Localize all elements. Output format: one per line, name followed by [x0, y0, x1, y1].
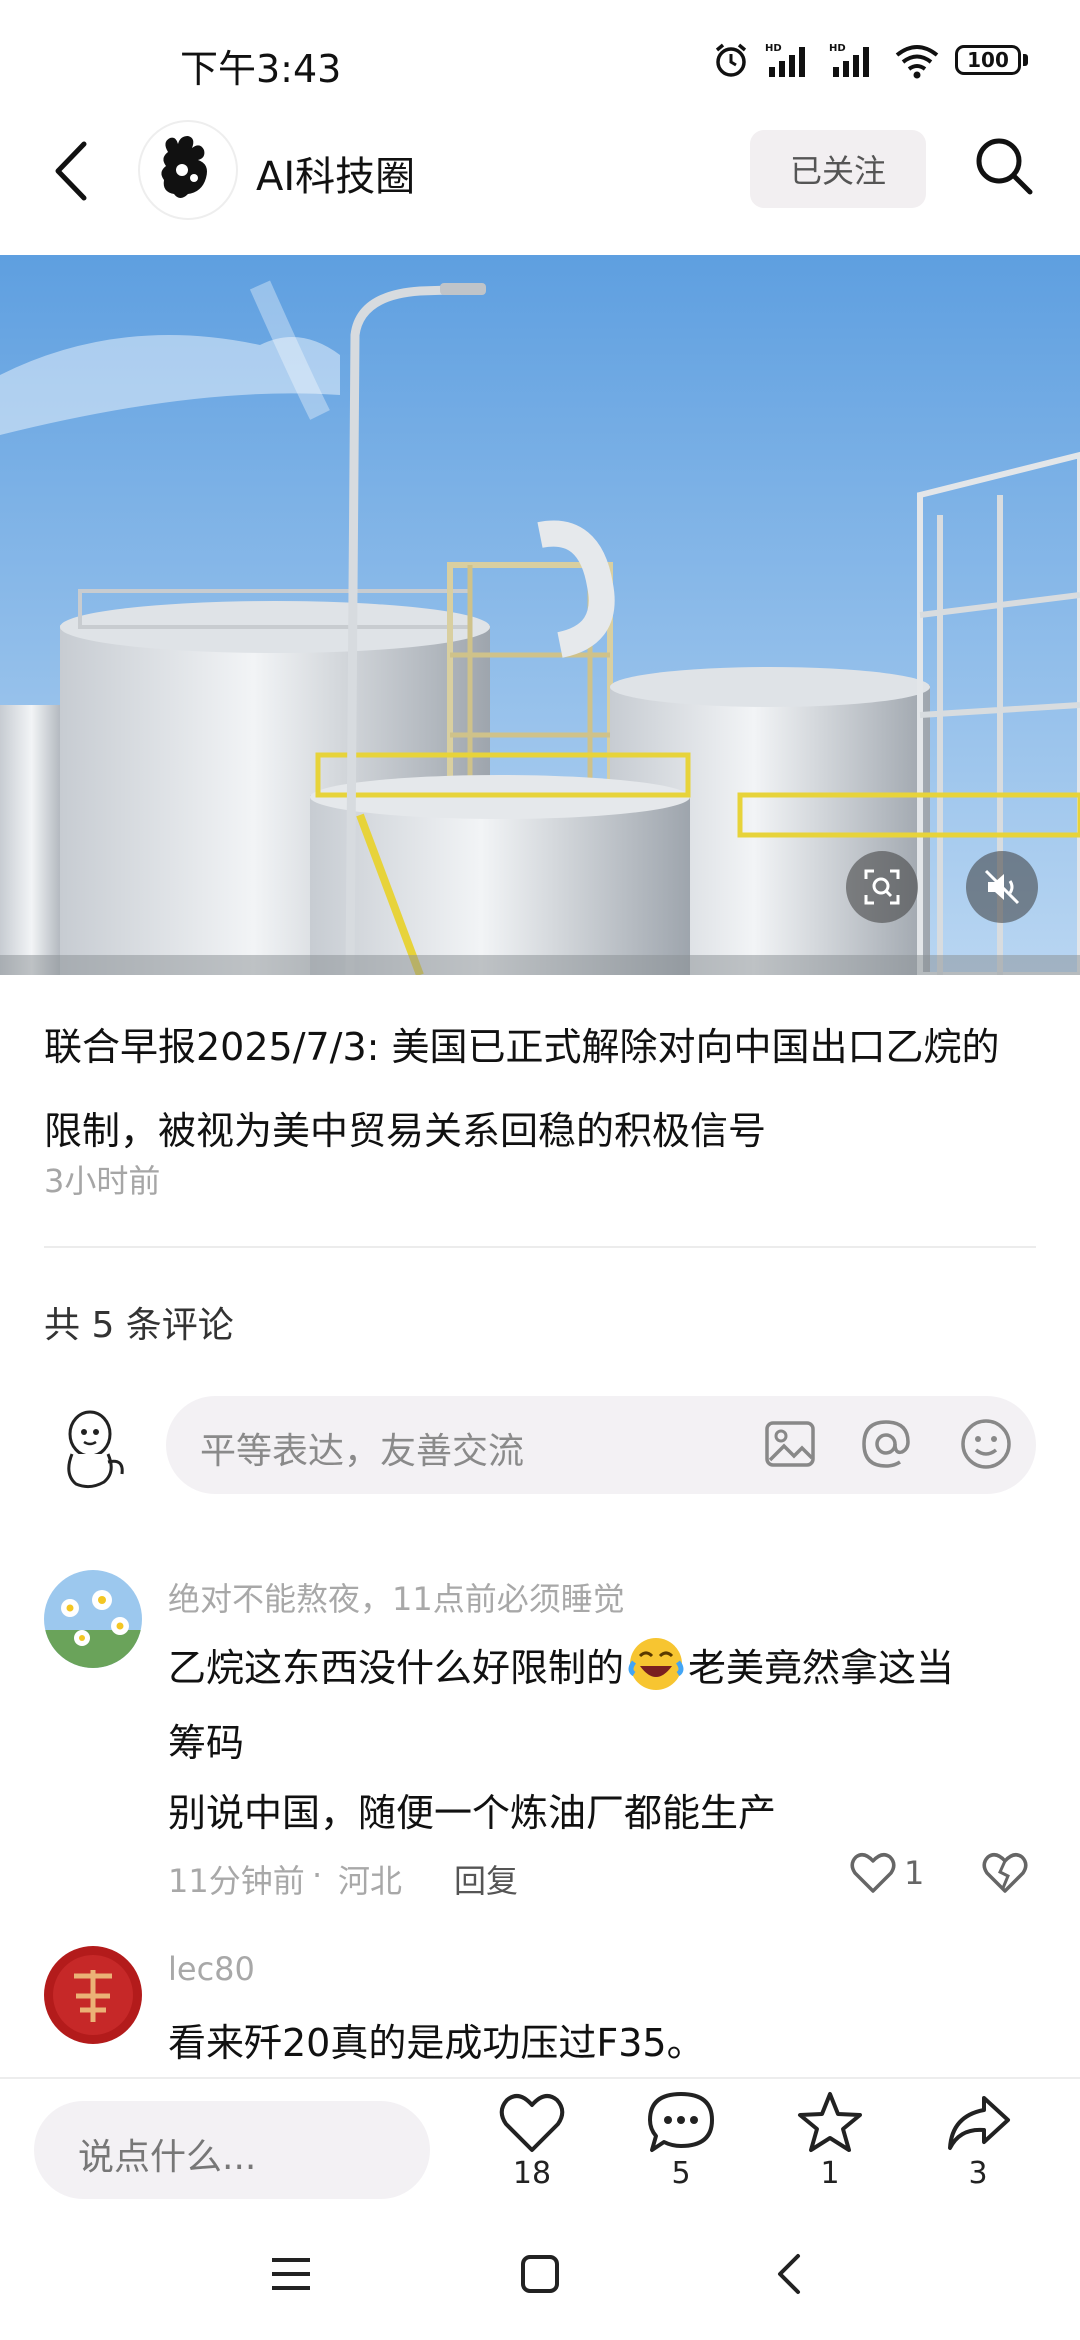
comment-location: 河北: [338, 1862, 403, 1900]
favorite-button[interactable]: 1: [785, 2090, 875, 2191]
wifi-icon: [895, 45, 939, 79]
image-attach-button[interactable]: [762, 1416, 818, 1472]
comment-text-part: 老美竟然拿这当: [688, 1645, 955, 1690]
meta-separator: ·: [312, 1856, 323, 1894]
broken-heart-icon: [982, 1853, 1028, 1893]
my-avatar[interactable]: [54, 1404, 130, 1490]
follow-button[interactable]: 已关注: [750, 130, 926, 208]
battery-icon: 100: [955, 45, 1021, 75]
fu-character-avatar-image: [44, 1946, 142, 2044]
comment-username[interactable]: lec80: [168, 1950, 255, 1988]
article-time: 3小时前: [44, 1162, 161, 1200]
chat-bubble-icon: [648, 2092, 714, 2152]
heart-icon: [850, 1853, 896, 1893]
laughing-tears-emoji-icon: [628, 1638, 684, 1690]
channel-logo-icon: [161, 136, 207, 198]
emoji-button[interactable]: [958, 1416, 1014, 1472]
comment-text-line: 别说中国，随便一个炼油厂都能生产: [168, 1791, 777, 1835]
back-arrow-icon: [778, 2254, 800, 2294]
commenter-avatar[interactable]: [44, 1946, 142, 2044]
status-time: 下午3:43: [180, 47, 342, 91]
heart-icon: [499, 2094, 565, 2152]
comment-text-part: 乙烷这东西没什么好限制的: [168, 1645, 625, 1690]
back-nav-button[interactable]: [774, 2252, 804, 2300]
favorite-count: 1: [820, 2156, 840, 2191]
signal-hd-icon-2: HD: [829, 43, 869, 77]
home-square-icon: [521, 2255, 559, 2293]
mute-icon: [984, 869, 1020, 905]
daisy-avatar-image: [44, 1570, 142, 1668]
comment-like-count: 1: [904, 1854, 925, 1892]
like-count: 18: [512, 2156, 552, 2191]
comment-input-placeholder[interactable]: 平等表达，友善交流: [200, 1422, 524, 1474]
mention-button[interactable]: [858, 1416, 914, 1472]
comment-count-label: 共 5 条评论: [44, 1305, 234, 1346]
star-icon: [798, 2092, 862, 2152]
divider: [44, 1246, 1036, 1248]
say-something-placeholder[interactable]: 说点什么...: [78, 2128, 256, 2180]
svg-text:HD: HD: [765, 43, 782, 54]
comment-like-button[interactable]: 1: [850, 1852, 924, 1894]
comment-text-line: 看来歼20真的是成功压过F35。: [168, 2021, 705, 2065]
search-icon: [976, 138, 1033, 195]
article-headline: 联合早报2025/7/3: 美国已正式解除对向中国出口乙烷的限制，被视为美中贸易…: [44, 1025, 1000, 1153]
chevron-left-icon: [55, 141, 87, 201]
article-hero-image[interactable]: [0, 255, 1080, 975]
commenter-avatar[interactable]: [44, 1570, 142, 1668]
comment-text-line: 乙烷这东西没什么好限制的 老美竟然拿这当: [168, 1634, 954, 1694]
alarm-icon: [715, 43, 747, 77]
mute-button[interactable]: [966, 851, 1038, 923]
signal-hd-icon: HD: [765, 43, 805, 77]
status-icons: HD HD 100: [711, 40, 1028, 80]
share-arrow-icon: [948, 2096, 1010, 2150]
home-nav-button[interactable]: [520, 2254, 560, 2298]
comment-dislike-button[interactable]: [982, 1852, 1028, 1898]
cartoon-avatar-icon: [67, 1410, 124, 1489]
menu-icon: [272, 2258, 310, 2290]
channel-name[interactable]: AI科技圈: [256, 144, 415, 202]
comment-button[interactable]: 5: [636, 2090, 726, 2191]
share-count: 3: [968, 2156, 988, 2191]
scan-icon: [864, 869, 900, 905]
reply-button[interactable]: 回复: [454, 1856, 518, 1902]
share-button[interactable]: 3: [933, 2092, 1023, 2191]
industrial-tanks-image: [0, 255, 1080, 975]
comment-count: 5: [671, 2156, 691, 2191]
search-button[interactable]: [972, 134, 1036, 198]
svg-text:HD: HD: [829, 43, 846, 54]
image-icon: [765, 1421, 815, 1467]
channel-avatar[interactable]: [138, 120, 238, 220]
menu-nav-button[interactable]: [270, 2254, 312, 2298]
comment-text-line: 筹码: [168, 1721, 245, 1765]
at-icon: [862, 1420, 910, 1468]
image-search-button[interactable]: [846, 851, 918, 923]
comment-time: 11分钟前: [168, 1862, 305, 1900]
smiley-icon: [961, 1419, 1011, 1469]
back-button[interactable]: [48, 136, 98, 206]
like-button[interactable]: 18: [487, 2092, 577, 2191]
comment-username[interactable]: 绝对不能熬夜，11点前必须睡觉: [168, 1574, 625, 1620]
